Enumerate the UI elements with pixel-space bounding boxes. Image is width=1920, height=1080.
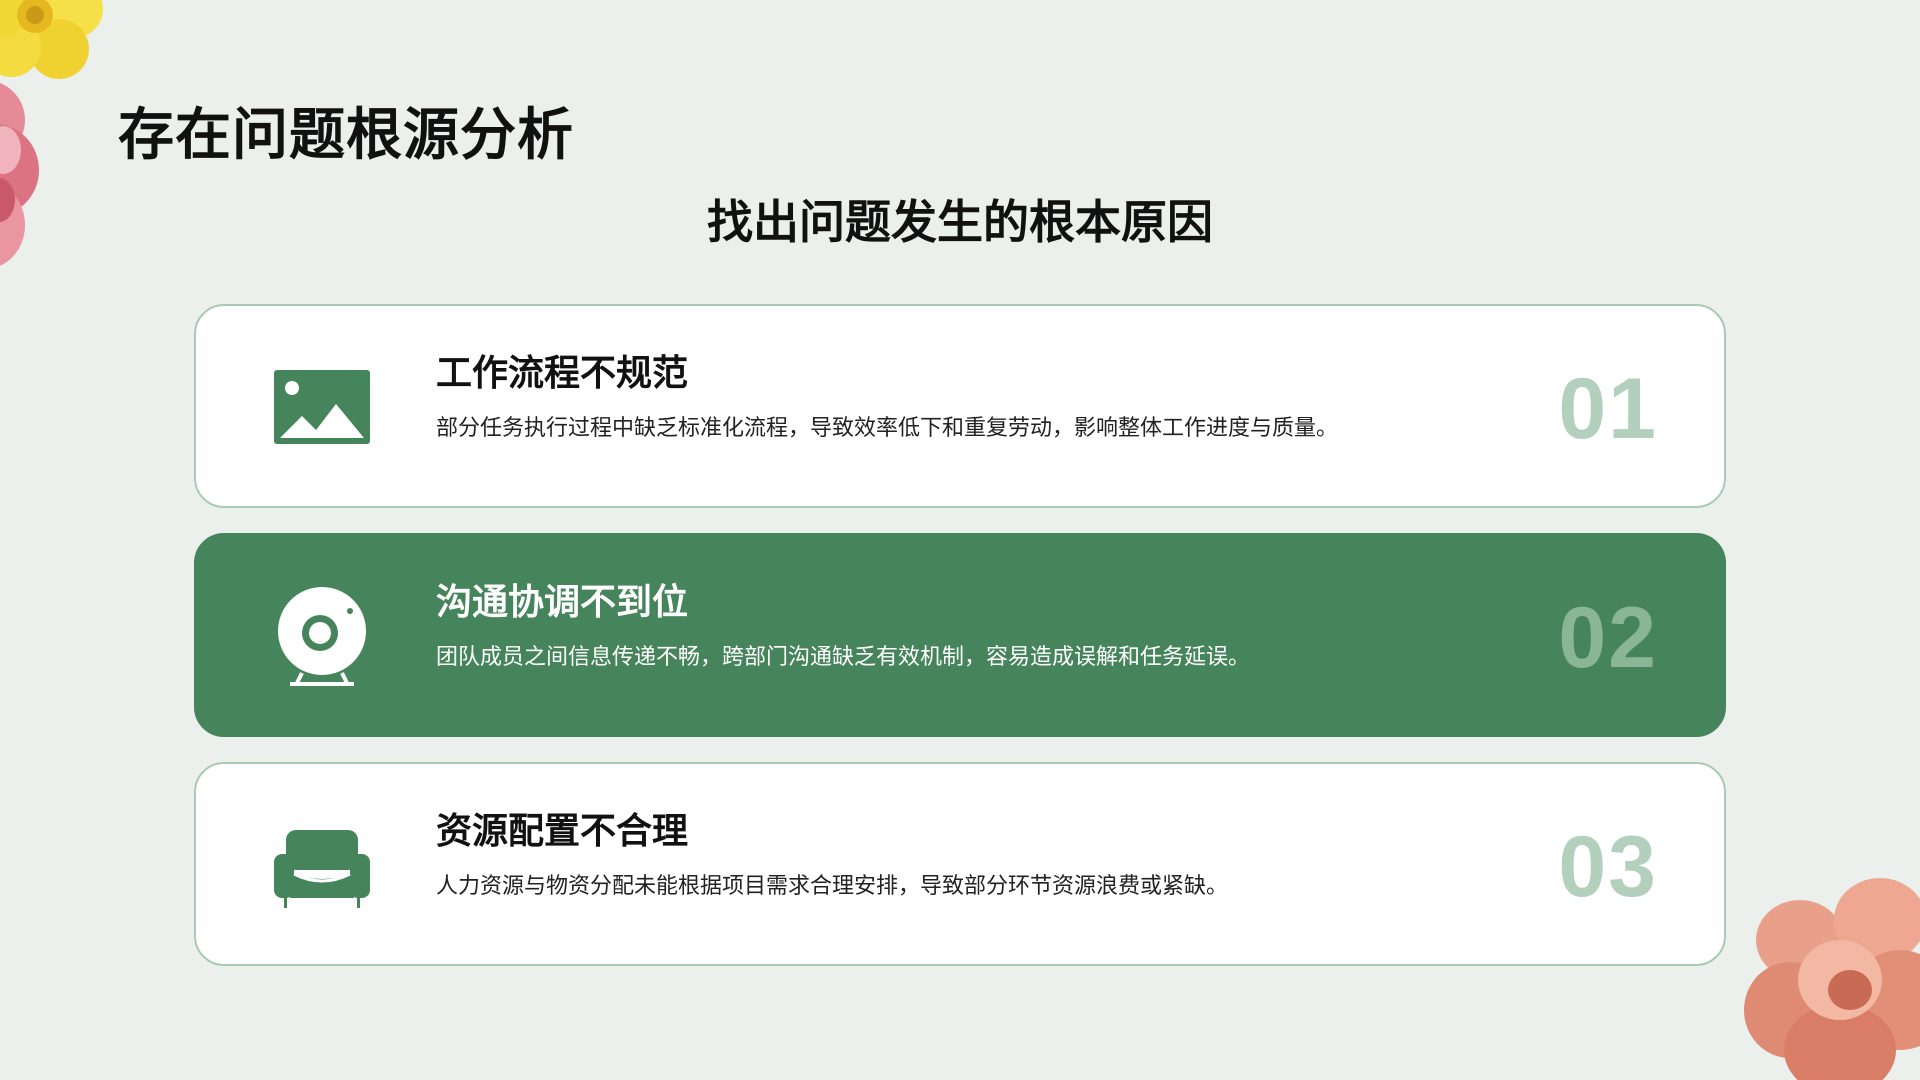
issue-description: 部分任务执行过程中缺乏标准化流程，导致效率低下和重复劳动，影响整体工作进度与质量… [436, 416, 1339, 441]
sofa-icon [272, 816, 372, 916]
peony-flower-decoration [1744, 878, 1920, 1080]
issue-heading: 资源配置不合理 [436, 811, 689, 852]
issue-description: 团队成员之间信息传递不畅，跨部门沟通缺乏有效机制，容易造成误解和任务延误。 [436, 645, 1251, 670]
issue-card-1: 工作流程不规范 部分任务执行过程中缺乏标准化流程，导致效率低下和重复劳动，影响整… [194, 304, 1726, 508]
slide: 存在问题根源分析 找出问题发生的根本原因 工作流程不规范 部分任务执行过程中缺乏… [0, 0, 1920, 1080]
issue-heading: 工作流程不规范 [436, 353, 689, 394]
issue-number: 03 [1558, 819, 1658, 915]
issue-description: 人力资源与物资分配未能根据项目需求合理安排，导致部分环节资源浪费或紧缺。 [436, 874, 1229, 899]
issue-card-3: 资源配置不合理 人力资源与物资分配未能根据项目需求合理安排，导致部分环节资源浪费… [194, 762, 1726, 966]
image-icon [272, 358, 372, 458]
pink-flower-decoration [0, 82, 39, 266]
slide-title: 存在问题根源分析 [118, 103, 574, 168]
issue-number: 02 [1558, 590, 1658, 686]
issue-heading: 沟通协调不到位 [436, 582, 689, 623]
webcam-icon [272, 587, 372, 687]
slide-subtitle: 找出问题发生的根本原因 [707, 195, 1213, 249]
issue-number: 01 [1558, 361, 1658, 457]
issue-card-2: 沟通协调不到位 团队成员之间信息传递不畅，跨部门沟通缺乏有效机制，容易造成误解和… [194, 533, 1726, 737]
